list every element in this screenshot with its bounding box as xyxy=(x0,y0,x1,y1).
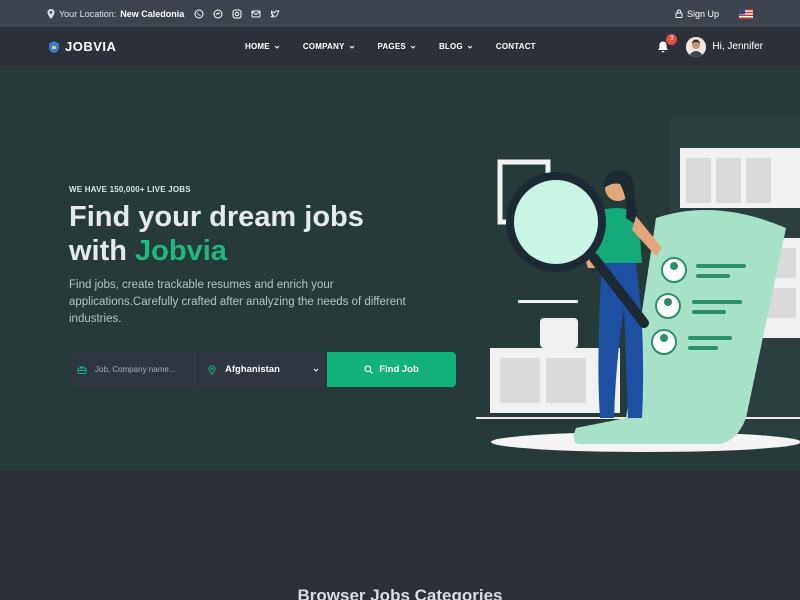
map-pin-icon xyxy=(47,8,55,19)
whatsapp-icon[interactable] xyxy=(194,9,204,19)
search-icon xyxy=(364,365,373,374)
headline-accent: Jobvia xyxy=(135,235,227,267)
nav-blog[interactable]: BLOG xyxy=(439,42,473,51)
user-greeting: Hi, Jennifer xyxy=(712,41,763,52)
nav-home[interactable]: HOME xyxy=(245,42,280,51)
job-search-input[interactable]: Job, Company name... xyxy=(69,352,194,387)
chevron-down-icon xyxy=(410,45,416,49)
main-menu: HOME COMPANY PAGES BLOG CONTACT xyxy=(245,27,536,66)
hero-description: Find jobs, create trackable resumes and … xyxy=(69,279,406,325)
chevron-down-icon xyxy=(313,368,319,372)
nav-pages-label: PAGES xyxy=(377,42,406,51)
email-icon[interactable] xyxy=(251,9,261,19)
nav-company-label: COMPANY xyxy=(302,42,345,51)
nav-company[interactable]: COMPANY xyxy=(303,42,355,51)
logo-text: JOBVIA xyxy=(65,39,117,54)
nav-contact-label: CONTACT xyxy=(495,42,536,51)
find-job-button[interactable]: Find Job xyxy=(327,352,456,387)
find-job-label: Find Job xyxy=(379,364,419,375)
nav-contact[interactable]: CONTACT xyxy=(496,42,536,51)
top-bar: Your Location: New Caledonia Sign Up xyxy=(0,0,800,27)
chevron-down-icon xyxy=(467,45,473,49)
nav-blog-label: BLOG xyxy=(438,42,463,51)
lower-section xyxy=(0,470,800,600)
chevron-down-icon xyxy=(349,45,354,49)
location-select[interactable]: Afghanistan xyxy=(194,352,327,387)
messenger-icon[interactable] xyxy=(213,9,223,19)
user-menu[interactable]: Hi, Jennifer xyxy=(686,36,763,57)
hero-illustration xyxy=(476,118,800,452)
instagram-icon[interactable] xyxy=(232,9,242,19)
location-info: Your Location: New Caledonia xyxy=(47,8,184,19)
hero-eyebrow: WE HAVE 150,000+ LIVE JOBS xyxy=(69,185,191,194)
notification-badge: 3 xyxy=(666,33,678,45)
avatar xyxy=(686,36,707,57)
location-value[interactable]: New Caledonia xyxy=(120,9,184,19)
notifications-button[interactable]: 3 xyxy=(656,33,678,54)
headline-line1: Find your dream jobs xyxy=(69,201,364,233)
section-title: Browser Jobs Categories xyxy=(297,586,503,600)
logo[interactable]: JOBVIA xyxy=(47,39,116,54)
nav-home-label: HOME xyxy=(245,42,270,51)
chevron-down-icon xyxy=(274,45,280,49)
sign-up-label: Sign Up xyxy=(686,8,719,19)
social-links xyxy=(194,9,280,19)
lock-icon xyxy=(675,9,683,18)
location-label: Your Location: xyxy=(59,8,117,19)
job-search-placeholder: Job, Company name... xyxy=(95,365,176,374)
sign-up-link[interactable]: Sign Up xyxy=(675,9,719,19)
job-search-form: Job, Company name... Afghanistan Find Jo… xyxy=(69,352,456,387)
main-navbar: JOBVIA HOME COMPANY PAGES BLOG CONTACT 3… xyxy=(0,27,800,66)
headline-prefix: with xyxy=(69,235,136,267)
nav-pages[interactable]: PAGES xyxy=(378,42,416,51)
hero-headline: Find your dream jobs with Jobvia xyxy=(69,200,364,268)
logo-icon xyxy=(49,40,59,53)
twitter-icon[interactable] xyxy=(270,9,280,19)
location-select-value: Afghanistan xyxy=(225,364,280,375)
us-flag-icon[interactable] xyxy=(739,8,753,19)
briefcase-icon xyxy=(77,366,87,374)
map-pin-icon xyxy=(208,364,216,375)
